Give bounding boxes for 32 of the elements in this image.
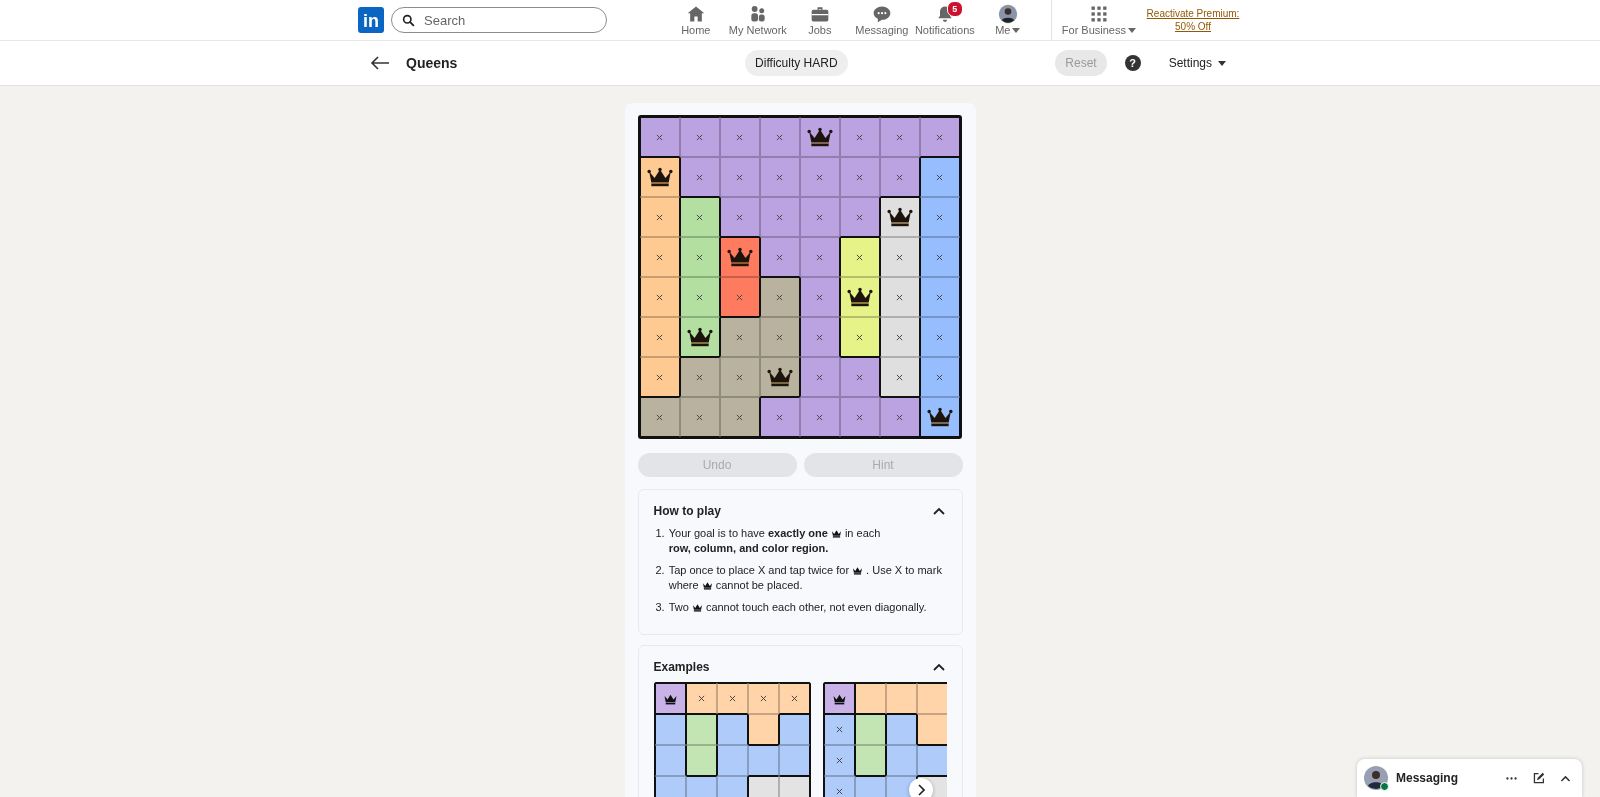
nav-item[interactable]: Home bbox=[664, 4, 727, 36]
instruction-text: Tap once to place X and tap twice for bbox=[668, 563, 850, 578]
instruction-text: in each bbox=[844, 526, 881, 541]
difficulty-badge: Difficulty HARD bbox=[745, 50, 848, 76]
instruction-text: Your goal is to have exactly one bbox=[668, 526, 828, 541]
settings-button[interactable]: Settings bbox=[1162, 55, 1232, 71]
notification-badge: 5 bbox=[946, 1, 963, 17]
nav-item[interactable]: My Network bbox=[726, 4, 789, 36]
nav-item[interactable]: Jobs bbox=[788, 4, 851, 36]
instruction-text: where bbox=[668, 578, 699, 593]
panel-title: How to play bbox=[653, 504, 721, 518]
step-number: 3. bbox=[654, 600, 665, 615]
help-button[interactable]: ? bbox=[1124, 55, 1141, 71]
premium-link[interactable]: Reactivate Premium: 50% Off bbox=[1144, 7, 1242, 33]
search-field[interactable]: Search bbox=[391, 7, 607, 33]
instruction-text: Two bbox=[668, 600, 689, 615]
instruction-text: . Use X to mark bbox=[866, 563, 942, 578]
step-number: 1. bbox=[654, 526, 665, 541]
messaging-title: Messaging bbox=[1396, 771, 1458, 785]
instruction-text: and color region. bbox=[739, 541, 829, 556]
for-business-menu[interactable]: For Business bbox=[1059, 4, 1138, 36]
nav-item[interactable]: Messaging bbox=[850, 4, 913, 36]
step-number: 2. bbox=[654, 563, 665, 578]
messaging-widget[interactable]: Messaging bbox=[1357, 759, 1582, 797]
nav-item[interactable]: Me bbox=[976, 4, 1039, 36]
page-title: Queens bbox=[406, 55, 458, 71]
nav-item[interactable]: 5 Notifications bbox=[912, 4, 977, 36]
instruction-text: row, column, bbox=[668, 541, 737, 556]
instruction-text: cannot be placed. bbox=[715, 578, 803, 593]
logo-icon[interactable]: in bbox=[358, 7, 384, 33]
panel-title: Examples bbox=[653, 660, 710, 674]
instruction-text: cannot touch each other, not even diagonally. bbox=[705, 600, 927, 615]
